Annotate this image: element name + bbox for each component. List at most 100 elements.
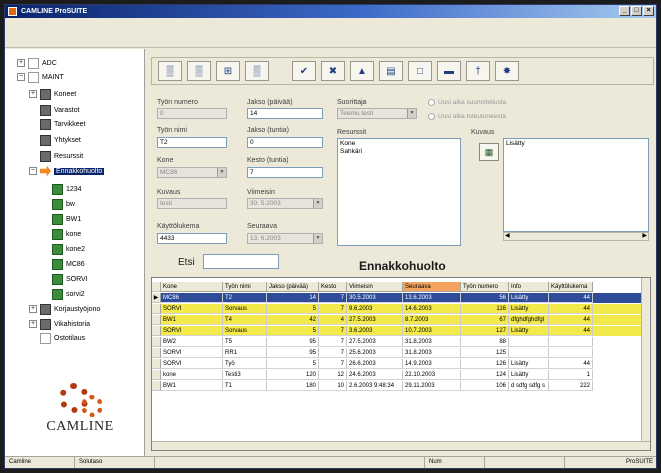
collapse-icon[interactable]: − bbox=[29, 167, 37, 175]
tree-item[interactable]: + Vikahistoria bbox=[29, 317, 90, 331]
expand-icon[interactable]: + bbox=[29, 90, 37, 98]
row-selector[interactable]: ▶ bbox=[152, 293, 161, 303]
column-header[interactable]: Työn nimi bbox=[223, 282, 267, 292]
table-cell: 25.6.2003 bbox=[347, 348, 403, 358]
document-button[interactable]: □ bbox=[408, 61, 432, 81]
print-button[interactable]: ▤ bbox=[379, 61, 403, 81]
tree-item[interactable]: Ostotilaus bbox=[29, 331, 85, 345]
filter-down-button[interactable]: ▒ bbox=[187, 61, 211, 81]
title-bar[interactable]: CAMLINE ProSUITE _ □ × bbox=[5, 5, 656, 18]
table-row[interactable]: ▶ MC86 T2 14 7 30.5.2003 13.6.2003 56 Lisätty 44 bbox=[152, 293, 650, 303]
close-button[interactable]: × bbox=[643, 6, 654, 16]
status-panel bbox=[155, 457, 425, 468]
tool-button[interactable]: † bbox=[466, 61, 490, 81]
grid-button[interactable]: ▬ bbox=[437, 61, 461, 81]
period-days-field[interactable]: 14 bbox=[247, 108, 323, 119]
column-header[interactable]: Info bbox=[509, 282, 549, 292]
grid-vscrollbar[interactable] bbox=[641, 278, 650, 450]
settings-button[interactable]: ✸ bbox=[495, 61, 519, 81]
cancel-button[interactable]: ✖ bbox=[321, 61, 345, 81]
resource-item[interactable]: Sahkäri bbox=[340, 148, 458, 156]
tree-item[interactable]: SORVI bbox=[41, 272, 88, 286]
usage-reading-field[interactable]: 4433 bbox=[157, 233, 227, 244]
check-button[interactable]: ✔ bbox=[292, 61, 316, 81]
expand-icon[interactable]: + bbox=[17, 59, 25, 67]
column-header[interactable]: Viimeisin bbox=[347, 282, 403, 292]
maximize-button[interactable]: □ bbox=[631, 6, 642, 16]
tree-item[interactable]: bw bbox=[41, 197, 75, 211]
add-description-button[interactable]: ▦ bbox=[479, 143, 499, 161]
tree-item[interactable]: kone bbox=[41, 227, 81, 241]
table-row[interactable]: SORVI Työ 5 7 26.6.2003 14.9.2003 126 Lisätty 44 bbox=[152, 359, 650, 369]
tree-item[interactable]: − MAINT bbox=[17, 70, 64, 84]
status-panel: Num bbox=[425, 457, 485, 468]
tree-item[interactable]: Yhtykset bbox=[29, 133, 81, 147]
tree-item[interactable]: sorvi2 bbox=[41, 287, 85, 301]
scroll-right-icon[interactable]: ▶ bbox=[642, 233, 647, 240]
row-selector[interactable] bbox=[152, 348, 161, 358]
search-input[interactable] bbox=[203, 254, 279, 269]
table-cell: 3.6.2003 bbox=[347, 326, 403, 336]
column-header[interactable]: Työn numero bbox=[461, 282, 509, 292]
scroll-left-icon[interactable]: ◀ bbox=[505, 233, 510, 240]
filter-up-button[interactable]: ▒ bbox=[245, 61, 269, 81]
row-selector[interactable] bbox=[152, 326, 161, 336]
resources-list[interactable]: Kone Sahkäri bbox=[337, 138, 461, 246]
table-cell: Sorvaus bbox=[223, 304, 267, 314]
expand-icon[interactable]: + bbox=[29, 320, 37, 328]
column-header[interactable]: Kesto bbox=[319, 282, 347, 292]
tree-item[interactable]: + Korjaustyöjono bbox=[29, 302, 100, 316]
table-cell: 44 bbox=[549, 315, 593, 325]
column-header[interactable]: Käyttölukema bbox=[549, 282, 593, 292]
tree-item-label: Ennakkohuolto bbox=[54, 167, 105, 175]
row-selector[interactable] bbox=[152, 304, 161, 314]
table-row[interactable]: kone Testi3 120 12 24.6.2003 22.10.2003 124 Lis… bbox=[152, 370, 650, 380]
grid-title: Ennakkohuolto bbox=[359, 259, 446, 273]
row-selector[interactable] bbox=[152, 315, 161, 325]
erase-button[interactable]: ▲ bbox=[350, 61, 374, 81]
table-row[interactable]: SORVI Sorvaus 5 7 9.6.2003 14.6.2003 116 Lisätt… bbox=[152, 304, 650, 314]
table-row[interactable]: BW1 T4 42 4 27.5.2003 8.7.2003 67 dfghdfghdfgl 4… bbox=[152, 315, 650, 325]
tree-item[interactable]: + ADC bbox=[17, 56, 57, 70]
duration-field[interactable]: 7 bbox=[247, 167, 323, 178]
table-cell: 56 bbox=[461, 293, 509, 303]
tree-item[interactable]: 1234 bbox=[41, 182, 82, 196]
row-selector[interactable] bbox=[152, 370, 161, 380]
job-name-field[interactable]: T2 bbox=[157, 137, 227, 148]
settings-icon: ✸ bbox=[502, 65, 512, 77]
collapse-icon[interactable]: − bbox=[17, 73, 25, 81]
period-hours-field[interactable]: 0 bbox=[247, 137, 323, 148]
row-selector[interactable] bbox=[152, 381, 161, 391]
current-row-icon: ▶ bbox=[153, 295, 159, 301]
tree-item[interactable]: Resurssit bbox=[29, 149, 83, 163]
tree-item[interactable]: BW1 bbox=[41, 212, 81, 226]
grid-hscrollbar[interactable] bbox=[152, 441, 650, 450]
row-selector[interactable] bbox=[152, 359, 161, 369]
column-header[interactable]: Kone bbox=[161, 282, 223, 292]
tree-item[interactable]: Varastot bbox=[29, 103, 80, 117]
table-cell: T4 bbox=[223, 315, 267, 325]
tree-item[interactable]: kone2 bbox=[41, 242, 85, 256]
radio-new-from-actual[interactable]: Uusi aika toteutuneesta bbox=[428, 113, 506, 120]
column-header[interactable]: Seuraava bbox=[403, 282, 461, 292]
app-icon bbox=[8, 7, 17, 16]
row-selector[interactable] bbox=[152, 337, 161, 347]
radio-new-from-planned[interactable]: Uusi aika suunnitellusta bbox=[428, 99, 506, 106]
tree-item[interactable]: Tarvikkeet bbox=[29, 117, 86, 131]
expand-icon[interactable]: + bbox=[29, 305, 37, 313]
table-cell: 95 bbox=[267, 337, 319, 347]
minimize-button[interactable]: _ bbox=[619, 6, 630, 16]
resource-item[interactable]: Kone bbox=[340, 140, 458, 148]
refresh-button[interactable]: ⊞ bbox=[216, 61, 240, 81]
column-header[interactable]: Jakso (päivää) bbox=[267, 282, 319, 292]
description-hscrollbar[interactable]: ◀ ▶ bbox=[503, 232, 649, 241]
table-row[interactable]: SORVI Sorvaus 5 7 3.6.2003 10.7.2003 127 Lisätt… bbox=[152, 326, 650, 336]
tree-item[interactable]: + Koneet bbox=[29, 87, 76, 101]
tree-item[interactable]: − Ennakkohuolto bbox=[29, 164, 105, 178]
description-textarea[interactable]: Lisätty bbox=[503, 138, 649, 232]
filter-button[interactable]: ▒ bbox=[158, 61, 182, 81]
table-row[interactable]: BW2 T5 95 7 27.5.2003 31.8.2003 88 bbox=[152, 337, 650, 347]
tree-item[interactable]: MC86 bbox=[41, 257, 85, 271]
table-row[interactable]: SORVI RR1 95 7 25.6.2003 31.8.2003 125 bbox=[152, 348, 650, 358]
table-row[interactable]: BW1 T1 180 10 2.6.2003 9:48:34 29.11.2003 106 d… bbox=[152, 381, 650, 391]
